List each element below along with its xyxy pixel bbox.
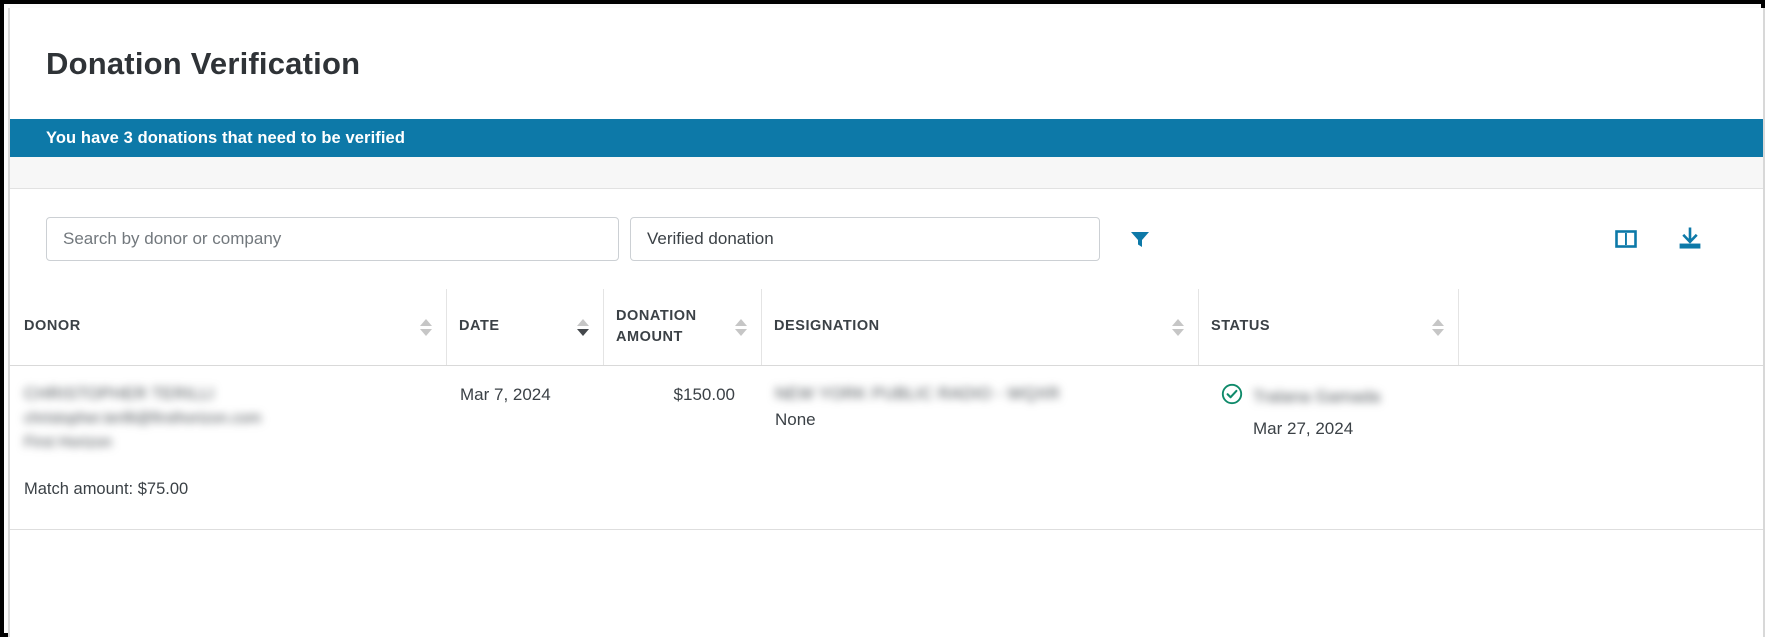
status-badge: Tralana Gamada [1220, 382, 1749, 414]
donation-date: Mar 7, 2024 [446, 366, 603, 408]
table-row-match-amount: Match amount: $75.00 [10, 454, 1763, 529]
download-icon[interactable] [1675, 224, 1705, 254]
verified-donation-filter-value: Verified donation [647, 229, 774, 249]
verification-banner-text: You have 3 donations that need to be ver… [46, 129, 405, 148]
search-input-placeholder: Search by donor or company [63, 229, 281, 249]
sort-desc-icon [1432, 329, 1444, 336]
column-header-status[interactable]: STATUS [1198, 289, 1458, 366]
verified-donation-filter-select[interactable]: Verified donation [630, 217, 1100, 261]
sort-desc-icon [1172, 329, 1184, 336]
column-header-donor-label: DONOR [24, 316, 81, 337]
sort-asc-icon [1172, 319, 1184, 326]
sort-asc-icon [420, 319, 432, 326]
sort-desc-icon [735, 329, 747, 336]
sort-asc-icon [735, 319, 747, 326]
search-input[interactable]: Search by donor or company [46, 217, 619, 261]
table-header-row: DONOR DATE [10, 289, 1763, 366]
column-header-donation-amount-label: DONATION AMOUNT [616, 306, 727, 348]
status-date: Mar 27, 2024 [1220, 416, 1749, 442]
table-body: CHRISTOPHER TERILLI christopher.terilli@… [10, 366, 1763, 530]
donor-name: CHRISTOPHER TERILLI [24, 382, 214, 407]
sort-asc-icon [1432, 319, 1444, 326]
cell-date: Mar 7, 2024 [446, 366, 603, 455]
column-header-status-label: STATUS [1211, 316, 1270, 337]
column-header-donor[interactable]: DONOR [10, 289, 446, 366]
sort-asc-icon [577, 319, 589, 326]
sort-toggle-donation-amount[interactable] [735, 319, 747, 336]
page-title: Donation Verification [46, 46, 360, 82]
donor-email: christopher.terilli@firsthorizon.com [24, 407, 261, 431]
sort-desc-icon [577, 329, 589, 336]
cell-donation-amount: $150.00 [603, 366, 761, 455]
column-layout-icon[interactable] [1611, 224, 1641, 254]
cell-designation: NEW YORK PUBLIC RADIO - WQXR None [761, 366, 1198, 455]
column-header-designation[interactable]: DESIGNATION [761, 289, 1198, 366]
sort-desc-icon [420, 329, 432, 336]
filter-funnel-icon[interactable] [1123, 222, 1157, 256]
toolbar-actions [1611, 224, 1727, 254]
sort-toggle-donor[interactable] [420, 319, 432, 336]
screen: Donation Verification You have 3 donatio… [0, 0, 1765, 637]
match-amount-label: Match amount: $75.00 [10, 454, 1763, 529]
window-frame: Donation Verification You have 3 donatio… [0, 0, 1765, 637]
table-row[interactable]: CHRISTOPHER TERILLI christopher.terilli@… [10, 366, 1763, 455]
cell-donor: CHRISTOPHER TERILLI christopher.terilli@… [10, 366, 446, 455]
sort-toggle-status[interactable] [1432, 319, 1444, 336]
column-header-donation-amount[interactable]: DONATION AMOUNT [603, 289, 761, 366]
cell-match-amount: Match amount: $75.00 [10, 454, 1763, 529]
column-header-date[interactable]: DATE [446, 289, 603, 366]
donation-amount: $150.00 [603, 366, 761, 408]
banner-spacer [10, 157, 1763, 189]
column-header-date-label: DATE [459, 316, 500, 337]
column-header-designation-label: DESIGNATION [774, 316, 880, 337]
status-verifier-name: Tralana Gamada [1253, 385, 1380, 410]
designation-secondary: None [775, 410, 816, 429]
donations-table: DONOR DATE [10, 289, 1763, 530]
column-header-actions [1458, 289, 1763, 366]
sort-toggle-date[interactable] [577, 319, 589, 336]
page-body: Donation Verification You have 3 donatio… [8, 8, 1765, 637]
table-toolbar: Search by donor or company Verified dona… [10, 189, 1763, 289]
cell-status: Tralana Gamada Mar 27, 2024 [1198, 366, 1763, 455]
table-bottom-spacer [10, 530, 1763, 558]
designation-primary: NEW YORK PUBLIC RADIO - WQXR [775, 382, 1060, 407]
verification-banner: You have 3 donations that need to be ver… [10, 119, 1763, 157]
page-header: Donation Verification [10, 8, 1763, 119]
donor-company: First Horizon [24, 431, 112, 455]
sort-toggle-designation[interactable] [1172, 319, 1184, 336]
check-circle-icon [1220, 382, 1244, 414]
